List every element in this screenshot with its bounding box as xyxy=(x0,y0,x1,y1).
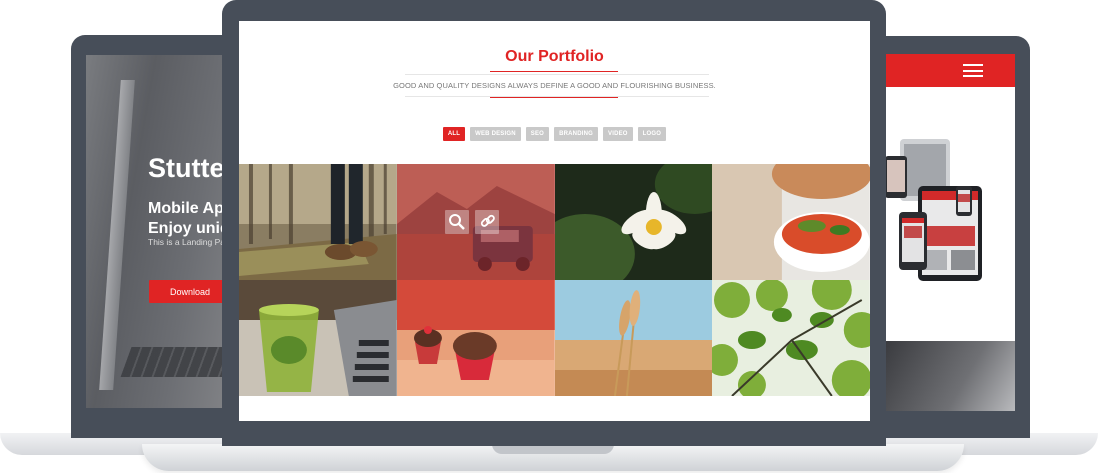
background-laptop-photo xyxy=(99,80,135,390)
portfolio-item-wheat[interactable] xyxy=(554,280,713,396)
hamburger-icon[interactable] xyxy=(963,64,983,77)
portfolio-tagline: GOOD AND QUALITY DESIGNS ALWAYS DEFINE A… xyxy=(393,81,716,90)
mobile-header-bar xyxy=(885,54,1015,87)
portfolio-item-mojito[interactable] xyxy=(239,280,397,396)
filter-seo[interactable]: SEO xyxy=(525,127,550,141)
portfolio-item-tree-canopy[interactable] xyxy=(712,280,870,396)
center-laptop-screen: Our Portfolio GOOD AND QUALITY DESIGNS A… xyxy=(239,21,870,421)
portfolio-grid xyxy=(239,164,870,396)
download-button[interactable]: Download xyxy=(149,280,231,303)
portfolio-item-salad[interactable] xyxy=(712,164,870,280)
right-tablet-screen xyxy=(885,54,1015,411)
title-underline xyxy=(490,71,618,72)
filter-video[interactable]: VIDEO xyxy=(603,127,633,141)
keyboard-photo-strip xyxy=(885,341,1015,411)
divider xyxy=(405,74,709,75)
tagline-underline xyxy=(490,97,618,98)
filter-logo[interactable]: LOGO xyxy=(637,127,667,141)
portfolio-item-mountain-van[interactable] xyxy=(396,164,555,280)
filter-branding[interactable]: BRANDING xyxy=(554,127,598,141)
search-icon[interactable] xyxy=(444,210,469,234)
portfolio-filter-bar: ALL WEB DESIGN SEO BRANDING VIDEO LOGO xyxy=(239,127,870,141)
filter-all[interactable]: ALL xyxy=(442,127,466,141)
hero-description: This is a Landing Pa xyxy=(148,237,226,247)
portfolio-title: Our Portfolio xyxy=(505,48,604,65)
portfolio-item-water-lily[interactable] xyxy=(554,164,713,280)
link-icon[interactable] xyxy=(474,210,499,234)
portfolio-item-cupcakes[interactable] xyxy=(396,280,555,396)
hero-title: Stutte xyxy=(148,153,225,183)
responsive-devices-image xyxy=(885,139,982,281)
filter-web-design[interactable]: WEB DESIGN xyxy=(470,127,521,141)
portfolio-item-boots[interactable] xyxy=(239,164,397,280)
